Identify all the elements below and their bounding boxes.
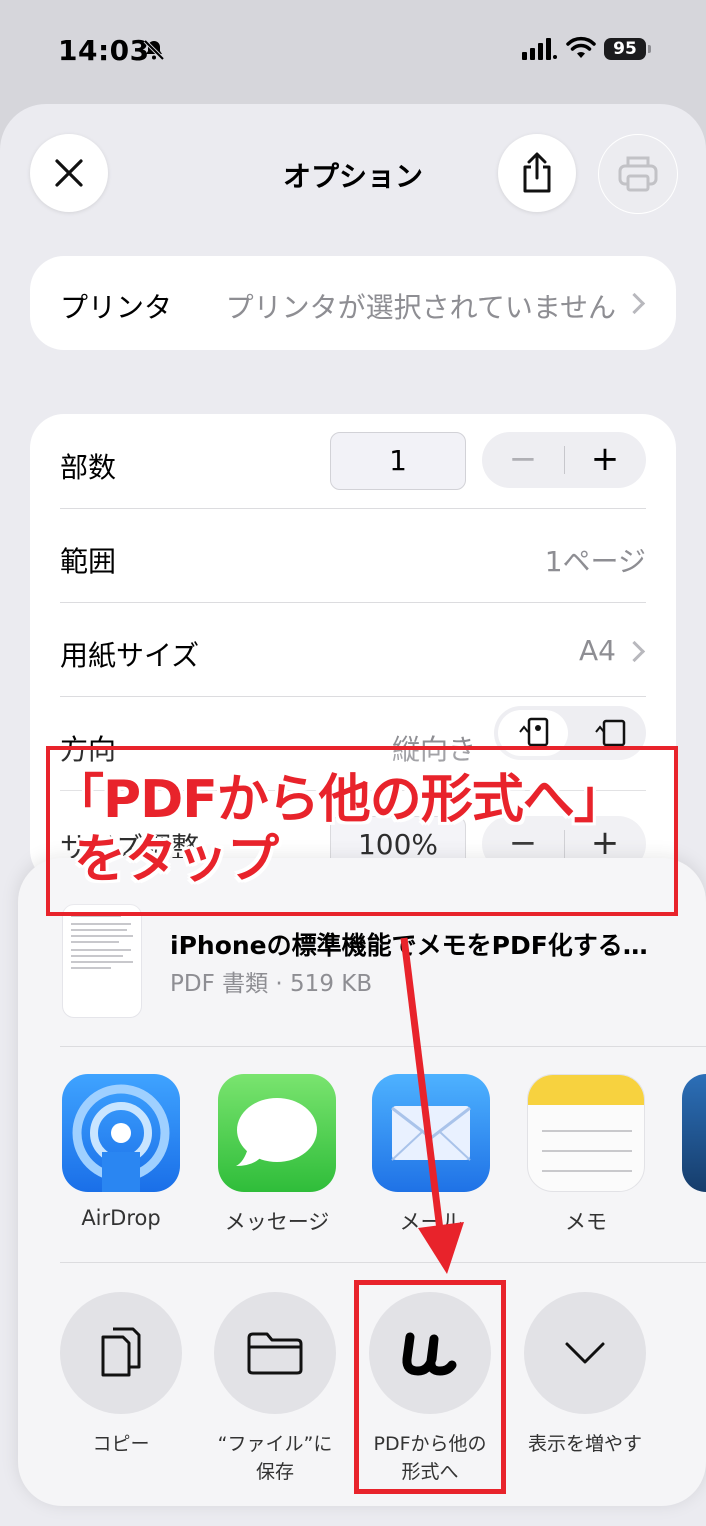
document-subtitle: PDF 書類 · 519 KB <box>170 971 373 997</box>
paper-size-row[interactable]: 用紙サイズ A4 <box>30 604 676 698</box>
chevron-right-icon <box>623 292 646 315</box>
share-icon <box>523 152 551 193</box>
copies-label: 部数 <box>60 451 117 484</box>
battery-tip <box>648 45 651 53</box>
app-name: メモ <box>565 1210 607 1234</box>
app-messages[interactable]: メッセージ <box>218 1074 336 1236</box>
app-mail[interactable]: メール <box>372 1074 490 1236</box>
status-bar: 14:03 95 <box>0 0 706 100</box>
mail-icon <box>372 1074 490 1192</box>
share-divider <box>60 1046 706 1047</box>
folder-icon <box>247 1332 303 1375</box>
copy-icon <box>101 1327 141 1377</box>
paper-size-value: A4 <box>579 634 616 667</box>
row-divider <box>60 696 646 697</box>
status-time: 14:03 <box>58 34 150 67</box>
document-title: iPhoneの標準機能でメモをPDF化する… <box>170 931 648 960</box>
annotation-line1: 「PDFから他の形式へ」 <box>52 770 626 830</box>
app-name: メール <box>399 1210 463 1234</box>
paper-size-label: 用紙サイズ <box>60 639 200 672</box>
app-notes[interactable]: メモ <box>527 1074 645 1236</box>
document-thumbnail <box>62 904 142 1018</box>
action-label: “ファイル”に 保存 <box>200 1430 350 1486</box>
range-label: 範囲 <box>60 545 117 578</box>
decrement-button[interactable]: − <box>482 432 564 488</box>
action-label-line2: 保存 <box>255 1461 294 1483</box>
range-row[interactable]: 範囲 1ページ <box>30 510 676 604</box>
airdrop-icon <box>62 1074 180 1192</box>
annotation-text: 「PDFから他の形式へ」 をタップ <box>52 770 672 890</box>
action-save-to-files[interactable]: “ファイル”に 保存 <box>200 1292 350 1486</box>
copies-stepper: − + <box>482 432 646 488</box>
increment-button[interactable]: + <box>564 432 646 488</box>
action-copy[interactable]: コピー <box>46 1292 196 1458</box>
print-button[interactable] <box>598 134 678 214</box>
chevron-right-icon <box>623 640 646 663</box>
share-button[interactable] <box>498 134 576 212</box>
notes-icon <box>527 1074 645 1192</box>
row-divider <box>60 602 646 603</box>
app-partial-icon[interactable] <box>682 1074 706 1192</box>
range-value: 1ページ <box>544 545 646 578</box>
action-label: コピー <box>92 1433 150 1455</box>
cellular-signal-icon <box>522 38 557 60</box>
action-label-line1: “ファイル”に <box>217 1433 333 1455</box>
battery-indicator: 95 <box>604 38 646 60</box>
row-divider <box>60 508 646 509</box>
annotation-highlight-box <box>354 1280 506 1494</box>
printer-label: プリンタ <box>60 291 173 324</box>
copies-row: 部数 1 − + <box>30 414 676 510</box>
messages-icon <box>218 1074 336 1192</box>
action-more[interactable]: 表示を増やす <box>510 1292 660 1458</box>
chevron-down-icon <box>565 1342 605 1364</box>
printer-row[interactable]: プリンタ プリンタが選択されていません <box>30 256 676 350</box>
action-label: 表示を増やす <box>527 1433 642 1455</box>
silent-bell-icon <box>143 39 165 61</box>
share-divider <box>60 1262 706 1263</box>
printer-icon <box>618 156 658 192</box>
copies-field[interactable]: 1 <box>330 432 466 490</box>
wifi-icon <box>566 36 596 58</box>
app-airdrop[interactable]: AirDrop <box>62 1074 180 1230</box>
app-name: AirDrop <box>81 1206 161 1230</box>
printer-value: プリンタが選択されていません <box>225 291 616 324</box>
app-name: メッセージ <box>224 1210 330 1234</box>
annotation-line2: をタップ <box>74 830 279 890</box>
